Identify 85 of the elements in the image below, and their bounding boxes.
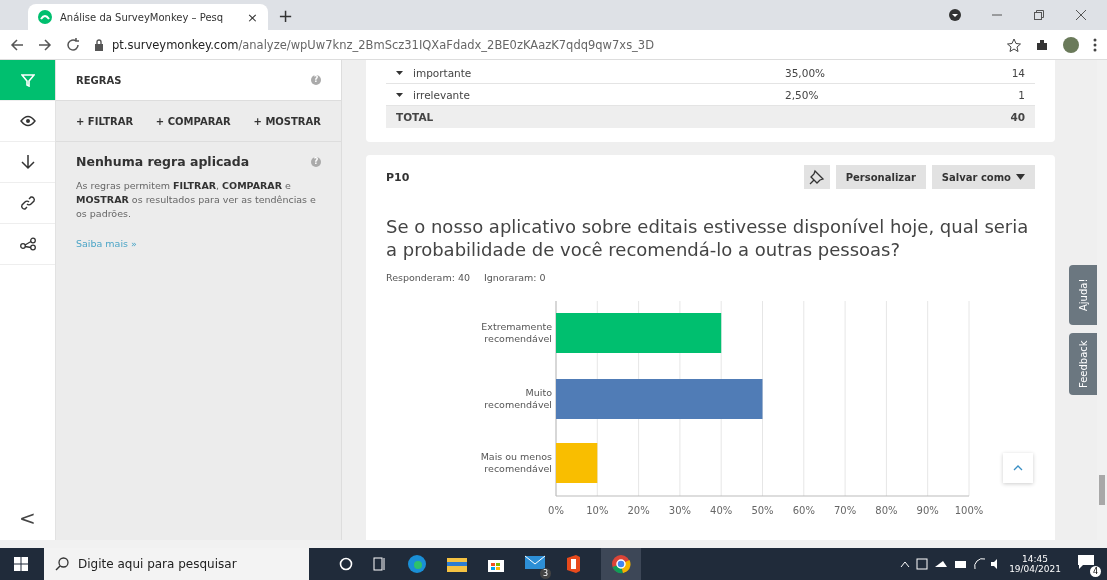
axis-tick-label: 20% bbox=[627, 504, 650, 516]
reload-icon[interactable] bbox=[66, 37, 80, 52]
axis-tick-label: 10% bbox=[586, 504, 609, 516]
down-arrow-icon bbox=[20, 154, 35, 170]
category-label: Mais ou menos recomendável bbox=[480, 450, 552, 474]
mail-icon[interactable] bbox=[525, 554, 545, 570]
lock-icon bbox=[94, 38, 104, 51]
browser-taskbar-button[interactable] bbox=[601, 548, 641, 580]
caret-icon bbox=[396, 92, 403, 97]
horizontal-scrollbar[interactable] bbox=[0, 540, 1107, 548]
tab-title: Análise da SurveyMonkey – Pesq bbox=[60, 11, 225, 23]
table-cell: irrelevante bbox=[396, 88, 785, 101]
profile-icon[interactable] bbox=[949, 9, 961, 21]
table-cell-text: 2,50% bbox=[785, 88, 820, 101]
save-as-button[interactable]: Salvar como bbox=[931, 165, 1035, 189]
browser-app-icon[interactable] bbox=[407, 554, 427, 574]
notification-icon[interactable] bbox=[1077, 554, 1095, 570]
restore-icon[interactable] bbox=[1033, 9, 1045, 21]
logo-icon bbox=[38, 10, 52, 24]
rule-action-link[interactable]: + COMPARAR bbox=[155, 115, 231, 127]
rules-heading: Nenhuma regra aplicada bbox=[76, 154, 250, 169]
rule-action-link[interactable]: + MOSTRAR bbox=[253, 115, 321, 127]
help-tab[interactable]: Ajuda! bbox=[1069, 265, 1097, 325]
table-cell-text: TOTAL bbox=[396, 111, 435, 123]
axis-tick-label: 60% bbox=[792, 504, 815, 516]
pin-button[interactable] bbox=[803, 165, 830, 189]
caret-icon bbox=[396, 70, 403, 75]
puzzle-icon[interactable] bbox=[1035, 37, 1049, 52]
customize-button[interactable]: Personalizar bbox=[835, 165, 926, 189]
menu-icon[interactable] bbox=[1093, 37, 1097, 52]
filter-icon bbox=[20, 73, 35, 87]
folder-icon[interactable] bbox=[447, 556, 467, 572]
task-view-icon[interactable] bbox=[373, 557, 387, 571]
category-label: Extremamente recomendável bbox=[481, 320, 552, 344]
notification-badge: 4 bbox=[1090, 566, 1101, 577]
chevron-up-icon bbox=[1013, 465, 1023, 471]
tray-icons[interactable] bbox=[899, 557, 1000, 571]
collapse-button[interactable]: < bbox=[0, 496, 55, 540]
forward-icon[interactable] bbox=[38, 37, 52, 52]
link-icon bbox=[19, 195, 36, 211]
axis-tick-label: 100% bbox=[954, 504, 984, 516]
rule-action-link[interactable]: + FILTRAR bbox=[76, 115, 134, 127]
avatar[interactable] bbox=[1063, 36, 1079, 53]
eye-icon bbox=[19, 115, 36, 127]
axis-tick-label: 30% bbox=[668, 504, 691, 516]
question-title: Se o nosso aplicativo sobre editais estivesse disponível hoje, qual seria a probabilidade de você recomendá-lo a outras pessoas? bbox=[386, 215, 1030, 262]
category-label: Muito recomendável bbox=[484, 386, 552, 410]
answered-count: Responderam: 40 bbox=[386, 271, 470, 283]
axis-tick-label: 50% bbox=[751, 504, 774, 516]
axis-tick-label: 40% bbox=[710, 504, 733, 516]
new-tab-button[interactable]: + bbox=[278, 4, 294, 26]
clock-date: 19/04/2021 bbox=[1009, 564, 1061, 574]
skipped-count: Ignoraram: 0 bbox=[484, 271, 546, 283]
clock-time: 14:45 bbox=[1022, 554, 1049, 564]
question-number: P10 bbox=[386, 170, 410, 184]
back-icon[interactable] bbox=[10, 37, 24, 52]
url-text: pt.surveymonkey.com/analyze/wpUw7knz_2BmScz31IQXaFdadx_2BE0zKAazK7qdq9qw7xs_3D bbox=[112, 37, 655, 52]
share-icon bbox=[19, 237, 36, 251]
table-cell-text: 14 bbox=[1010, 66, 1025, 79]
windows-icon[interactable] bbox=[14, 557, 28, 571]
axis-tick-label: 90% bbox=[916, 504, 939, 516]
feedback-tab[interactable]: Feedback bbox=[1069, 333, 1097, 395]
panel-title: REGRAS bbox=[76, 74, 122, 86]
scrollbar-thumb[interactable] bbox=[1099, 475, 1105, 505]
office-icon[interactable] bbox=[565, 555, 581, 573]
caret-icon bbox=[1016, 174, 1025, 180]
taskbar-search-field[interactable]: Digite aqui para pesquisar bbox=[44, 548, 309, 580]
axis-tick-label: 70% bbox=[834, 504, 857, 516]
table-cell-text: 40 bbox=[1009, 111, 1025, 123]
axis-tick-label: 80% bbox=[875, 504, 898, 516]
close-button[interactable]: × bbox=[247, 9, 258, 25]
search-icon bbox=[55, 557, 69, 571]
close-icon[interactable] bbox=[1075, 9, 1087, 21]
rules-description: As regras permitem FILTRAR, COMPARAR e MOSTRAR os resultados para ver as tendências e os padrões. bbox=[76, 179, 317, 221]
pin-icon bbox=[808, 169, 825, 185]
circle-icon[interactable] bbox=[339, 557, 353, 571]
mail-badge: 3 bbox=[540, 568, 551, 579]
address-field[interactable]: pt.surveymonkey.com/analyze/wpUw7knz_2BmScz31IQXaFdadx_2BE0zKAazK7qdq9qw7xs_3D bbox=[94, 33, 993, 56]
chrome-circle-icon bbox=[611, 554, 631, 574]
star-icon[interactable] bbox=[1007, 37, 1021, 52]
table-cell: importante bbox=[396, 66, 785, 79]
table-cell-text: 1 bbox=[1017, 88, 1025, 101]
table-cell-text: 35,00% bbox=[785, 66, 827, 79]
axis-tick-label: 0% bbox=[548, 504, 564, 516]
browser-tab[interactable]: Análise da SurveyMonkey – Pesq × bbox=[28, 4, 268, 30]
